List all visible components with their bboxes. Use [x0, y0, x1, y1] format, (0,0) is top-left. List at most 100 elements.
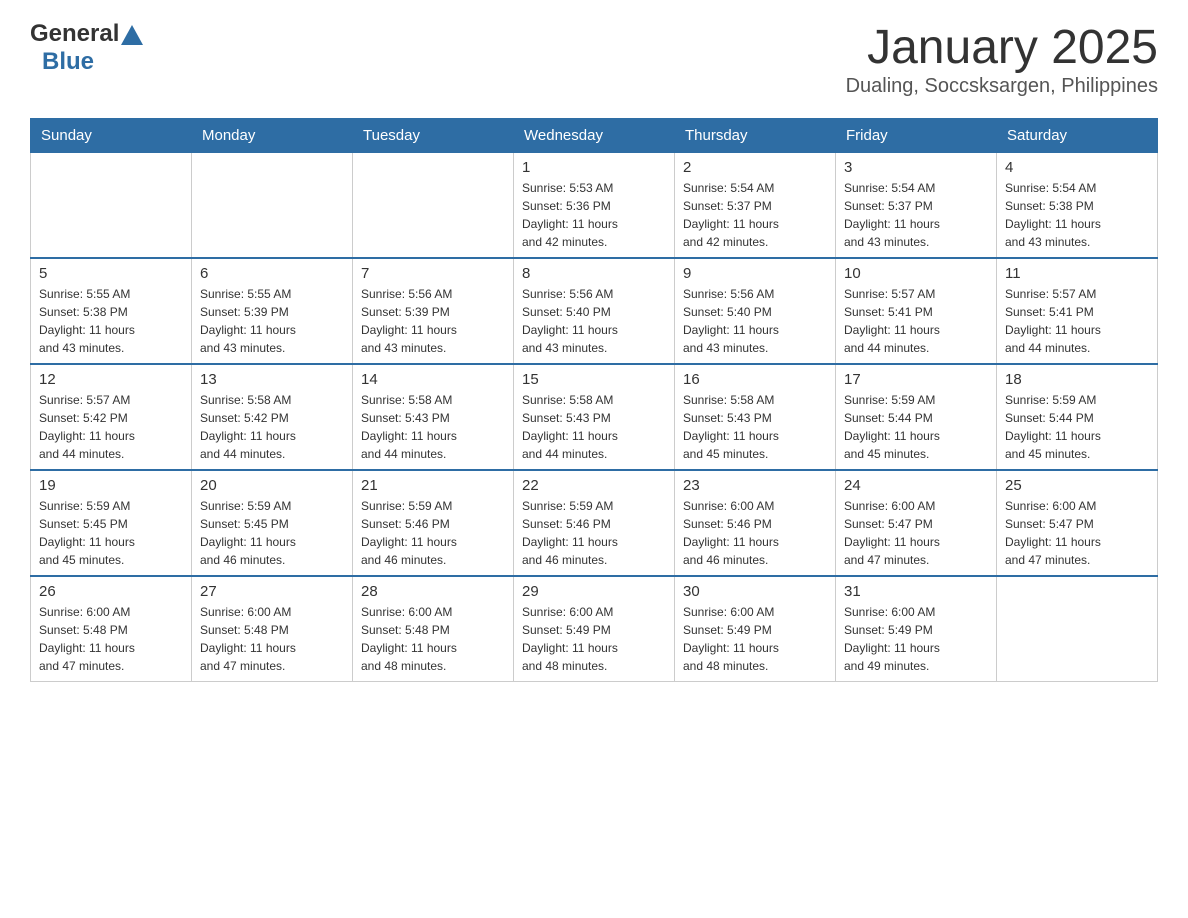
day-info: Sunrise: 6:00 AMSunset: 5:48 PMDaylight:…: [39, 603, 183, 675]
day-info: Sunrise: 5:59 AMSunset: 5:46 PMDaylight:…: [361, 497, 505, 569]
calendar-cell: 16Sunrise: 5:58 AMSunset: 5:43 PMDayligh…: [675, 364, 836, 470]
calendar-cell: [31, 153, 192, 259]
day-info: Sunrise: 5:59 AMSunset: 5:45 PMDaylight:…: [200, 497, 344, 569]
calendar-cell: 24 Sunrise: 6:00 AMSunset: 5:47 PMDayligh…: [836, 470, 997, 576]
day-number: 9: [683, 265, 827, 282]
day-number: 12: [39, 371, 183, 388]
day-info: Sunrise: 5:53 AMSunset: 5:36 PMDaylight:…: [522, 179, 666, 251]
day-info: Sunrise: 5:59 AMSunset: 5:46 PMDaylight:…: [522, 497, 666, 569]
day-number: 22: [522, 477, 666, 494]
calendar-table: SundayMondayTuesdayWednesdayThursdayFrid…: [30, 118, 1158, 682]
calendar-cell: 31 Sunrise: 6:00 AMSunset: 5:49 PMDayligh…: [836, 576, 997, 682]
day-info: Sunrise: 6:00 AMSunset: 5:47 PMDaylight:…: [844, 497, 988, 569]
day-number: 29: [522, 583, 666, 600]
day-info: Sunrise: 6:00 AMSunset: 5:47 PMDaylight:…: [1005, 497, 1149, 569]
calendar-cell: 30Sunrise: 6:00 AMSunset: 5:49 PMDayligh…: [675, 576, 836, 682]
day-info: Sunrise: 6:00 AMSunset: 5:49 PMDaylight:…: [522, 603, 666, 675]
day-number: 15: [522, 371, 666, 388]
calendar-cell: 5Sunrise: 5:55 AMSunset: 5:38 PMDaylight…: [31, 258, 192, 364]
day-number: 10: [844, 265, 988, 282]
calendar-cell: 14Sunrise: 5:58 AMSunset: 5:43 PMDayligh…: [353, 364, 514, 470]
day-number: 8: [522, 265, 666, 282]
calendar-cell: 23 Sunrise: 6:00 AMSunset: 5:46 PMDayligh…: [675, 470, 836, 576]
calendar-week-row: 12 Sunrise: 5:57 AMSunset: 5:42 PMDayligh…: [31, 364, 1158, 470]
day-info: Sunrise: 5:54 AMSunset: 5:37 PMDaylight:…: [844, 179, 988, 251]
page-title: January 2025: [846, 20, 1158, 75]
day-info: Sunrise: 5:55 AMSunset: 5:39 PMDaylight:…: [200, 285, 344, 357]
calendar-cell: 18 Sunrise: 5:59 AMSunset: 5:44 PMDayligh…: [997, 364, 1158, 470]
calendar-week-row: 26Sunrise: 6:00 AMSunset: 5:48 PMDayligh…: [31, 576, 1158, 682]
day-info: Sunrise: 5:59 AMSunset: 5:44 PMDaylight:…: [844, 391, 988, 463]
logo: General Blue: [30, 20, 143, 76]
calendar-cell: 17 Sunrise: 5:59 AMSunset: 5:44 PMDayligh…: [836, 364, 997, 470]
day-number: 21: [361, 477, 505, 494]
calendar-cell: 21 Sunrise: 5:59 AMSunset: 5:46 PMDayligh…: [353, 470, 514, 576]
calendar-cell: 7 Sunrise: 5:56 AMSunset: 5:39 PMDaylight…: [353, 258, 514, 364]
day-info: Sunrise: 5:58 AMSunset: 5:42 PMDaylight:…: [200, 391, 344, 463]
day-number: 3: [844, 159, 988, 176]
calendar-cell: 4Sunrise: 5:54 AMSunset: 5:38 PMDaylight…: [997, 153, 1158, 259]
calendar-cell: 10 Sunrise: 5:57 AMSunset: 5:41 PMDayligh…: [836, 258, 997, 364]
calendar-week-row: 1 Sunrise: 5:53 AMSunset: 5:36 PMDaylight…: [31, 153, 1158, 259]
day-number: 2: [683, 159, 827, 176]
day-info: Sunrise: 5:59 AMSunset: 5:44 PMDaylight:…: [1005, 391, 1149, 463]
calendar-cell: 8 Sunrise: 5:56 AMSunset: 5:40 PMDaylight…: [514, 258, 675, 364]
day-info: Sunrise: 5:57 AMSunset: 5:42 PMDaylight:…: [39, 391, 183, 463]
calendar-header-saturday: Saturday: [997, 119, 1158, 153]
day-info: Sunrise: 6:00 AMSunset: 5:48 PMDaylight:…: [361, 603, 505, 675]
day-number: 19: [39, 477, 183, 494]
header: General Blue January 2025 Dualing, Soccs…: [30, 20, 1158, 98]
day-number: 16: [683, 371, 827, 388]
day-number: 6: [200, 265, 344, 282]
day-number: 24: [844, 477, 988, 494]
day-number: 1: [522, 159, 666, 176]
day-number: 20: [200, 477, 344, 494]
calendar-week-row: 19 Sunrise: 5:59 AMSunset: 5:45 PMDayligh…: [31, 470, 1158, 576]
day-number: 28: [361, 583, 505, 600]
day-number: 30: [683, 583, 827, 600]
calendar-header-thursday: Thursday: [675, 119, 836, 153]
day-info: Sunrise: 5:57 AMSunset: 5:41 PMDaylight:…: [844, 285, 988, 357]
logo-blue-text: Blue: [42, 48, 94, 76]
calendar-cell: [997, 576, 1158, 682]
day-number: 23: [683, 477, 827, 494]
day-number: 11: [1005, 265, 1149, 282]
day-info: Sunrise: 6:00 AMSunset: 5:46 PMDaylight:…: [683, 497, 827, 569]
calendar-cell: 11 Sunrise: 5:57 AMSunset: 5:41 PMDayligh…: [997, 258, 1158, 364]
day-info: Sunrise: 5:58 AMSunset: 5:43 PMDaylight:…: [361, 391, 505, 463]
calendar-cell: 6 Sunrise: 5:55 AMSunset: 5:39 PMDaylight…: [192, 258, 353, 364]
day-info: Sunrise: 5:59 AMSunset: 5:45 PMDaylight:…: [39, 497, 183, 569]
day-info: Sunrise: 5:56 AMSunset: 5:39 PMDaylight:…: [361, 285, 505, 357]
day-info: Sunrise: 6:00 AMSunset: 5:48 PMDaylight:…: [200, 603, 344, 675]
title-area: January 2025 Dualing, Soccsksargen, Phil…: [846, 20, 1158, 98]
calendar-cell: [192, 153, 353, 259]
calendar-cell: 22 Sunrise: 5:59 AMSunset: 5:46 PMDayligh…: [514, 470, 675, 576]
calendar-cell: 29 Sunrise: 6:00 AMSunset: 5:49 PMDayligh…: [514, 576, 675, 682]
day-info: Sunrise: 5:58 AMSunset: 5:43 PMDaylight:…: [522, 391, 666, 463]
calendar-cell: 26Sunrise: 6:00 AMSunset: 5:48 PMDayligh…: [31, 576, 192, 682]
logo-triangle-icon: [121, 25, 143, 45]
day-number: 18: [1005, 371, 1149, 388]
day-number: 25: [1005, 477, 1149, 494]
day-info: Sunrise: 5:54 AMSunset: 5:37 PMDaylight:…: [683, 179, 827, 251]
day-number: 17: [844, 371, 988, 388]
calendar-cell: 3 Sunrise: 5:54 AMSunset: 5:37 PMDaylight…: [836, 153, 997, 259]
day-info: Sunrise: 5:54 AMSunset: 5:38 PMDaylight:…: [1005, 179, 1149, 251]
day-number: 31: [844, 583, 988, 600]
calendar-cell: 15 Sunrise: 5:58 AMSunset: 5:43 PMDayligh…: [514, 364, 675, 470]
calendar-header-monday: Monday: [192, 119, 353, 153]
day-number: 27: [200, 583, 344, 600]
calendar-cell: 28 Sunrise: 6:00 AMSunset: 5:48 PMDayligh…: [353, 576, 514, 682]
day-number: 7: [361, 265, 505, 282]
calendar-cell: 12 Sunrise: 5:57 AMSunset: 5:42 PMDayligh…: [31, 364, 192, 470]
calendar-week-row: 5Sunrise: 5:55 AMSunset: 5:38 PMDaylight…: [31, 258, 1158, 364]
day-info: Sunrise: 5:57 AMSunset: 5:41 PMDaylight:…: [1005, 285, 1149, 357]
calendar-header-friday: Friday: [836, 119, 997, 153]
day-info: Sunrise: 6:00 AMSunset: 5:49 PMDaylight:…: [844, 603, 988, 675]
day-info: Sunrise: 5:56 AMSunset: 5:40 PMDaylight:…: [522, 285, 666, 357]
calendar-header-wednesday: Wednesday: [514, 119, 675, 153]
day-number: 5: [39, 265, 183, 282]
calendar-cell: 20 Sunrise: 5:59 AMSunset: 5:45 PMDayligh…: [192, 470, 353, 576]
calendar-cell: 2 Sunrise: 5:54 AMSunset: 5:37 PMDaylight…: [675, 153, 836, 259]
calendar-cell: 1 Sunrise: 5:53 AMSunset: 5:36 PMDaylight…: [514, 153, 675, 259]
